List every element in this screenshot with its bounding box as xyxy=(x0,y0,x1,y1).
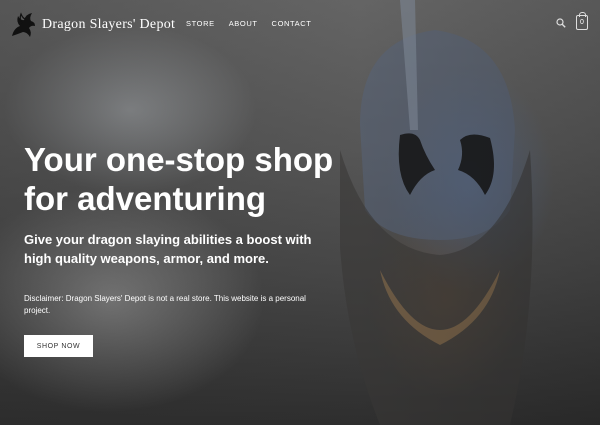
shop-now-button[interactable]: SHOP NOW xyxy=(24,335,93,357)
brand-name: Dragon Slayers' Depot xyxy=(42,17,176,32)
search-icon[interactable] xyxy=(556,18,566,28)
brand-logo-link[interactable]: Dragon Slayers' Depot xyxy=(8,10,175,40)
hero-headline: Your one-stop shop for adventuring xyxy=(24,141,334,217)
hero-subhead: Give your dragon slaying abilities a boo… xyxy=(24,232,312,266)
nav-item-about[interactable]: ABOUT xyxy=(229,19,258,28)
site-header: Dragon Slayers' Depot STORE ABOUT CONTAC… xyxy=(0,0,600,48)
cart-count: 0 xyxy=(580,19,584,26)
hero-disclaimer: Disclaimer: Dragon Slayers' Depot is not… xyxy=(24,294,306,315)
dragon-logo-icon xyxy=(12,12,35,37)
main-nav: STORE ABOUT CONTACT xyxy=(186,19,311,28)
shopping-bag-icon[interactable]: 0 xyxy=(576,12,588,30)
nav-item-store[interactable]: STORE xyxy=(186,19,215,28)
nav-item-contact[interactable]: CONTACT xyxy=(272,19,312,28)
